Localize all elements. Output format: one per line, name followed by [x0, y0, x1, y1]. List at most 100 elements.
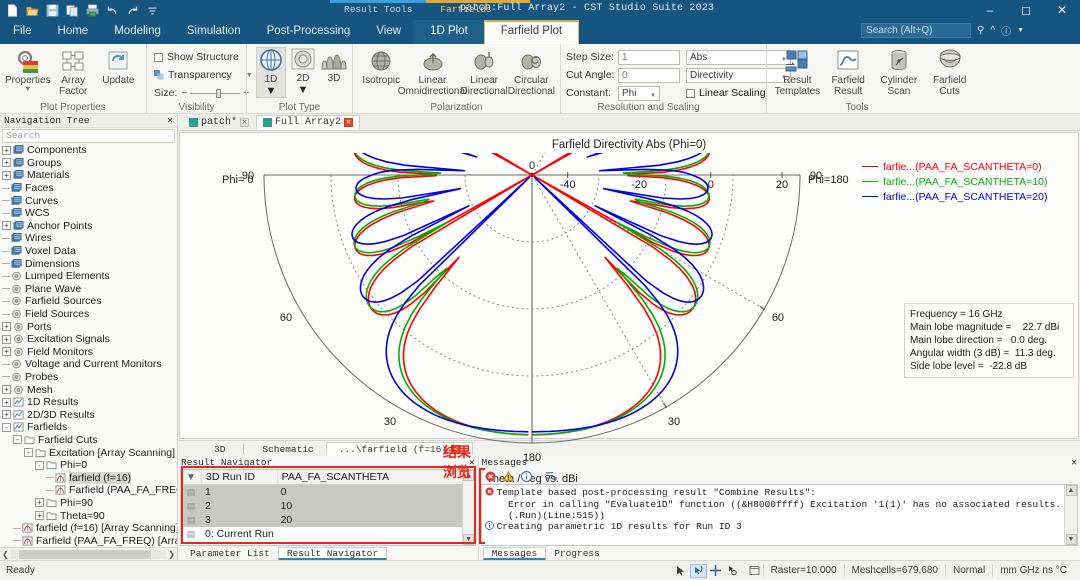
doc-tab-full-array2[interactable]: Full Array2 ✕ [256, 115, 361, 130]
doc-tab-patch[interactable]: patch* ✕ [182, 115, 256, 130]
menu-item-simulation[interactable]: Simulation [174, 20, 254, 44]
maximize-icon[interactable]: ◻ [1008, 0, 1044, 20]
tree-expander-icon[interactable]: + [2, 347, 11, 357]
farfield-cuts-button[interactable]: Farfield Cuts [924, 47, 975, 97]
tab-parameter-list[interactable]: Parameter List [182, 547, 278, 560]
scroll-right-icon[interactable]: ❯ [168, 550, 175, 559]
menu-item-file[interactable]: File [0, 20, 45, 44]
cut-angle-input[interactable]: 0 [618, 67, 680, 83]
linear-omni-button[interactable]: Linear Omnidirectional [398, 47, 467, 97]
navigation-tree-hscrollbar[interactable]: ❮ ❯ [0, 547, 177, 560]
chevron-down-icon[interactable]: ▼ [298, 84, 309, 96]
tree-expander-icon[interactable]: + [2, 170, 11, 180]
save-icon[interactable] [46, 3, 59, 17]
tree-item-voxel-data[interactable]: Voxel Data [0, 245, 177, 258]
array-factor-button[interactable]: Array Factor [51, 47, 96, 97]
tree-item-farfield-paa-fa-freq[interactable]: Farfield (PAA_FA_FREQ) [0, 484, 177, 497]
legend-item[interactable]: farfie...(PAA_FA_SCANTHETA=0) [862, 159, 1074, 174]
table-row[interactable]: ▤ 2 10 [181, 499, 462, 513]
tree-item-field-monitors[interactable]: + Field Monitors [0, 346, 177, 359]
tree-item-farfield-sources[interactable]: Farfield Sources [0, 295, 177, 308]
tree-expander-icon[interactable]: - [35, 460, 44, 470]
row-handle-icon[interactable]: ▤ [181, 529, 201, 540]
tab-messages[interactable]: Messages [482, 547, 547, 560]
tree-item-wcs[interactable]: WCS [0, 207, 177, 220]
plot-type-1d-button[interactable]: 1D ▼ [256, 47, 286, 98]
tree-item-components[interactable]: + Components [0, 144, 177, 157]
tree-expander-icon[interactable]: + [2, 322, 11, 332]
tree-item-phi-0[interactable]: - Phi=0 [0, 459, 177, 472]
scroll-up-icon[interactable]: ▲ [1065, 485, 1077, 496]
tree-expander-icon[interactable]: + [35, 498, 44, 508]
table-row[interactable]: ▤ 0: Current Run [181, 527, 462, 541]
tree-item-theta-90[interactable]: + Theta=90 [0, 509, 177, 522]
tab-result-navigator[interactable]: Result Navigator [277, 547, 388, 560]
tree-item-farfield-f-16-array-scanning[interactable]: farfield (f=16) [Array Scanning] [0, 522, 177, 535]
legend-item[interactable]: farfie...(PAA_FA_SCANTHETA=10) [862, 174, 1074, 189]
tree-item-farfield-f-16[interactable]: farfield (f=16) [0, 471, 177, 484]
new-icon[interactable] [6, 3, 19, 17]
tree-item-groups[interactable]: + Groups [0, 157, 177, 170]
tree-item-materials[interactable]: + Materials [0, 169, 177, 182]
size-slider[interactable]: − + [181, 88, 249, 99]
row-handle-icon[interactable]: ▤ [181, 515, 201, 526]
view-icon[interactable] [746, 564, 763, 578]
close-icon[interactable]: ✕ [1044, 0, 1080, 20]
farfield-result-button[interactable]: Farfield Result [823, 47, 874, 97]
step-size-input[interactable]: 1 [618, 49, 680, 65]
tree-item-phi-90[interactable]: + Phi=90 [0, 497, 177, 510]
zoom-icon[interactable] [724, 564, 741, 578]
rotate-icon[interactable] [689, 563, 707, 578]
tree-item-probes[interactable]: Probes [0, 371, 177, 384]
pan-icon[interactable] [707, 564, 724, 578]
redo-icon[interactable] [126, 4, 139, 17]
table-row[interactable]: ▤ 1 0 [181, 485, 462, 499]
info-icon[interactable] [520, 471, 532, 482]
clear-icon[interactable] [545, 471, 557, 482]
messages-vscrollbar[interactable]: ▲ ▼ [1064, 485, 1077, 545]
tree-expander-icon[interactable]: - [24, 448, 33, 458]
tree-item-wires[interactable]: Wires [0, 232, 177, 245]
tree-item-field-sources[interactable]: Field Sources [0, 308, 177, 321]
tree-expander-icon[interactable]: + [2, 158, 11, 168]
tree-item-faces[interactable]: Faces [0, 182, 177, 195]
customize-icon[interactable] [146, 4, 159, 17]
tree-item-excitation-array-scanning[interactable]: - Excitation [Array Scanning] [0, 446, 177, 459]
chevron-up-icon[interactable]: ^ [990, 25, 995, 36]
show-structure-checkbox[interactable] [154, 52, 163, 62]
tree-expander-icon[interactable]: + [2, 221, 11, 231]
scroll-left-icon[interactable]: ❮ [2, 550, 9, 559]
tree-item-2d-3d-results[interactable]: +2D/3D Results [0, 408, 177, 421]
menu-item-view[interactable]: View [363, 20, 414, 44]
tab-progress[interactable]: Progress [546, 547, 608, 560]
tree-item-curves[interactable]: Curves [0, 194, 177, 207]
column-header-scantheta[interactable]: PAA_FA_SCANTHETA ^ [276, 470, 462, 483]
tree-item-farfield-cuts[interactable]: - Farfield Cuts [0, 434, 177, 447]
tree-expander-icon[interactable]: + [2, 145, 11, 155]
close-icon[interactable]: ✕ [167, 115, 173, 126]
update-button[interactable]: Update [96, 47, 141, 87]
tree-expander-icon[interactable]: + [2, 334, 11, 344]
messages-body[interactable]: Template based post-processing result "C… [480, 484, 1078, 546]
minimize-icon[interactable]: – [972, 0, 1008, 20]
tree-expander-icon[interactable]: + [2, 397, 11, 407]
chevron-down-icon[interactable]: ▼ [24, 86, 31, 93]
menu-item-modeling[interactable]: Modeling [101, 20, 174, 44]
tree-item-anchor-points[interactable]: + Anchor Points [0, 220, 177, 233]
pointer-icon[interactable] [673, 564, 690, 578]
tab-farfield-plot[interactable]: Farfield Plot [483, 20, 580, 44]
scroll-down-icon[interactable]: ▼ [463, 534, 475, 545]
linear-directional-button[interactable]: Linear Directional [461, 47, 508, 97]
help-icon[interactable]: ⓘ [1001, 23, 1011, 38]
close-icon[interactable]: ✕ [1071, 457, 1077, 468]
tree-item-ports[interactable]: + Ports [0, 320, 177, 333]
navigation-tree-search-input[interactable]: Search [2, 129, 175, 143]
close-icon[interactable]: ✕ [344, 118, 354, 127]
close-icon[interactable]: ✕ [240, 118, 250, 127]
circular-directional-button[interactable]: Circular Directional [508, 47, 555, 97]
transparency-row[interactable]: Transparency ▼ [152, 67, 253, 83]
table-body[interactable]: ▤ 1 0 ▤ 2 10 ▤ 3 20 ▤ 0: Current Run [181, 485, 462, 541]
tree-item-voltage-and-current-monitors[interactable]: Voltage and Current Monitors [0, 358, 177, 371]
column-header-run-id[interactable]: 3D Run ID [201, 471, 277, 483]
tree-expander-icon[interactable]: + [2, 385, 11, 395]
